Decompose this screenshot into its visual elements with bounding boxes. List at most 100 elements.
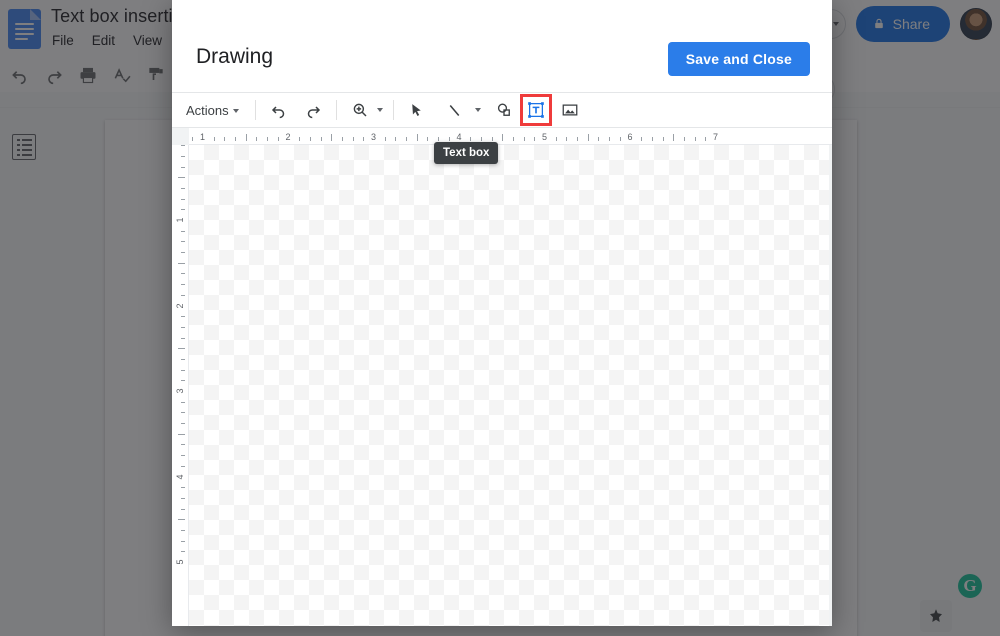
ruler-tick (524, 137, 525, 141)
ruler-tick (684, 137, 685, 141)
ruler-tick (502, 134, 503, 141)
ruler-tick (181, 551, 185, 552)
ruler-tick (695, 137, 696, 141)
ruler-tick (181, 252, 185, 253)
ruler-tick (353, 137, 354, 141)
dialog-header: Drawing Save and Close (172, 0, 832, 92)
ruler-tick (385, 137, 386, 141)
ruler-tick (178, 519, 185, 520)
ruler-tick (566, 137, 567, 141)
ruler-tick (181, 209, 185, 210)
ruler-tick (449, 137, 450, 141)
ruler-tick (181, 167, 185, 168)
line-icon (446, 102, 463, 119)
ruler-tick (181, 199, 185, 200)
ruler-tick (214, 137, 215, 141)
ruler-tick (181, 380, 185, 381)
ruler-label: 3 (371, 132, 376, 142)
ruler-tick (181, 530, 185, 531)
drawing-toolbar: Actions (172, 92, 832, 128)
canvas-scrollbar[interactable] (829, 145, 832, 626)
zoom-in-icon (351, 101, 369, 119)
ruler-label: 4 (457, 132, 462, 142)
ruler-tick (224, 137, 225, 141)
ruler-tick (181, 145, 185, 146)
zoom-button[interactable] (347, 97, 373, 123)
line-dropdown-chevron-down-icon[interactable] (475, 108, 481, 112)
image-tool-button[interactable] (557, 97, 583, 123)
ruler-tick (620, 137, 621, 141)
ruler-tick (641, 137, 642, 141)
ruler-label: 5 (542, 132, 547, 142)
redo-icon (304, 101, 322, 119)
ruler-tick (181, 412, 185, 413)
actions-menu-button[interactable]: Actions (186, 103, 245, 118)
ruler-tick (652, 137, 653, 141)
ruler-tick (178, 348, 185, 349)
undo-icon (270, 101, 288, 119)
drawing-dialog: Drawing Save and Close Actions (172, 0, 832, 626)
redo-button[interactable] (300, 97, 326, 123)
ruler-tick (178, 177, 185, 178)
horizontal-ruler[interactable]: 1234567 (172, 128, 832, 145)
ruler-tick (363, 137, 364, 141)
shape-tool-button[interactable] (491, 97, 517, 123)
ruler-tick (417, 134, 418, 141)
ruler-tick (513, 137, 514, 141)
ruler-tick (256, 137, 257, 141)
ruler-tick (181, 156, 185, 157)
ruler-tick (492, 137, 493, 141)
ruler-tick (427, 137, 428, 141)
toolbar-divider (255, 100, 256, 120)
undo-button[interactable] (266, 97, 292, 123)
ruler-label: 7 (713, 132, 718, 142)
ruler-tick (609, 137, 610, 141)
drawing-canvas[interactable] (189, 145, 832, 626)
ruler-tick (663, 137, 664, 141)
ruler-tick (181, 231, 185, 232)
vertical-ruler[interactable]: 12345 (172, 128, 189, 626)
ruler-tick (181, 273, 185, 274)
ruler-tick (321, 137, 322, 141)
line-tool-button[interactable] (442, 97, 468, 123)
ruler-tick (481, 137, 482, 141)
text-box-icon (527, 101, 545, 119)
ruler-tick (181, 498, 185, 499)
ruler-label: 6 (628, 132, 633, 142)
ruler-tick (181, 466, 185, 467)
ruler-tick (181, 487, 185, 488)
save-and-close-button[interactable]: Save and Close (668, 42, 810, 76)
cursor-arrow-icon (408, 102, 425, 119)
ruler-tick (181, 338, 185, 339)
actions-menu-label: Actions (186, 103, 229, 118)
ruler-tick (673, 134, 674, 141)
ruler-tick (235, 137, 236, 141)
ruler-tick (181, 359, 185, 360)
ruler-tick (534, 137, 535, 141)
select-tool-button[interactable] (404, 97, 430, 123)
ruler-tick (181, 241, 185, 242)
zoom-dropdown-chevron-down-icon[interactable] (377, 108, 383, 112)
ruler-tick (299, 137, 300, 141)
ruler-tick (470, 137, 471, 141)
image-icon (561, 101, 579, 119)
ruler-label: 1 (175, 214, 185, 226)
ruler-corner (172, 128, 189, 145)
ruler-tick (178, 263, 185, 264)
ruler-tick (192, 137, 193, 141)
ruler-tick (395, 137, 396, 141)
ruler-tick (588, 134, 589, 141)
ruler-tick (181, 455, 185, 456)
ruler-tick (181, 444, 185, 445)
text-box-tooltip: Text box (434, 142, 498, 164)
ruler-label: 4 (175, 471, 185, 483)
ruler-label: 3 (175, 385, 185, 397)
text-box-tool-button[interactable] (523, 97, 549, 123)
ruler-tick (181, 509, 185, 510)
shape-icon (495, 101, 513, 119)
drawing-canvas-wrapper: 1234567 12345 Text box (172, 128, 832, 626)
ruler-label: 1 (200, 132, 205, 142)
ruler-tick (577, 137, 578, 141)
ruler-tick (556, 137, 557, 141)
ruler-tick (181, 541, 185, 542)
